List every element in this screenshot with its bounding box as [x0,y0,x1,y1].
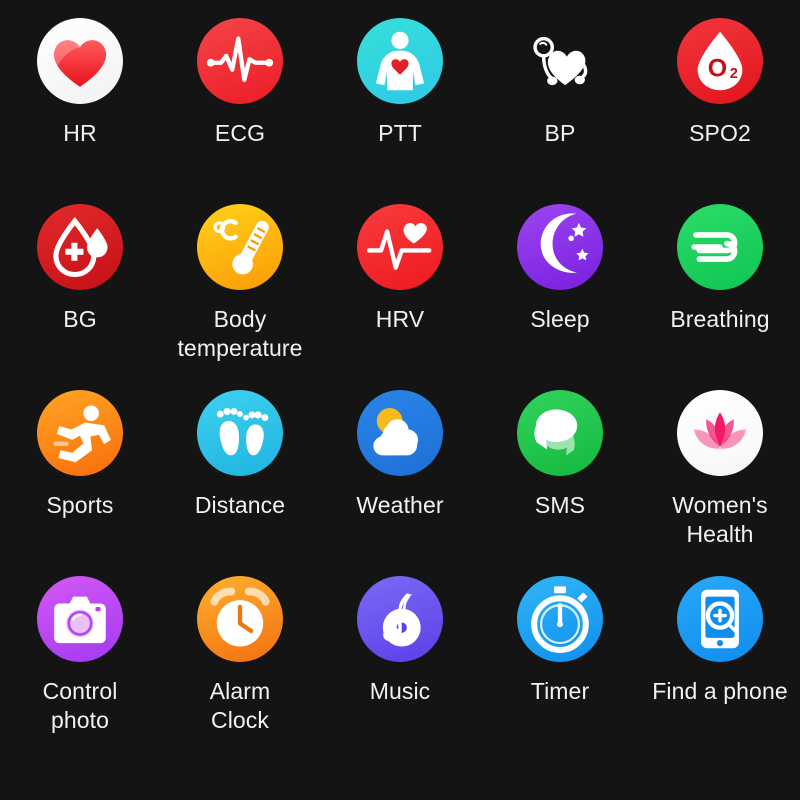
app-icon-find-a-phone[interactable]: Find a phone [640,576,800,762]
app-icon-label: Distance [194,492,286,518]
app-icon-label: Alarm Clock [209,678,271,733]
app-icon-label: BP [544,120,576,146]
app-icon-spo2[interactable]: O 2 SPO2 [640,18,800,204]
icon-grid: HR ECG PTT BP O 2 SPO2 BG Body temperature HRV Sle… [0,0,800,800]
oxygen-drop-icon[interactable]: O2 [677,18,763,104]
blood-pressure-cuff-icon[interactable] [517,18,603,104]
app-icon-label: Find a phone [652,678,788,704]
body-torso-icon[interactable] [357,18,443,104]
app-icon-label: HR [63,120,97,146]
app-icon-hr[interactable]: HR [0,18,160,204]
chat-bubbles-icon[interactable] [517,390,603,476]
stopwatch-icon[interactable] [517,576,603,662]
app-icon-grid-screen: HR ECG PTT BP O 2 SPO2 BG Body temperature HRV Sle… [0,0,800,800]
blood-glucose-drop-icon[interactable] [37,204,123,290]
thermometer-icon[interactable] [197,204,283,290]
app-icon-label: Music [369,678,431,704]
app-icon-hrv[interactable]: HRV [320,204,480,390]
app-icon-label: SMS [534,492,586,518]
app-icon-label: Sports [46,492,114,518]
app-icon-alarm-clock[interactable]: Alarm Clock [160,576,320,762]
app-icon-label: Control photo [42,678,118,733]
hrv-heart-wave-icon[interactable] [357,204,443,290]
app-icon-label: Breathing [670,306,770,332]
app-icon-ecg[interactable]: ECG [160,18,320,204]
app-icon-label: Body temperature [177,306,303,361]
running-person-icon[interactable] [37,390,123,476]
app-icon-label: Sleep [530,306,590,332]
app-icon-label: HRV [375,306,425,332]
app-icon-timer[interactable]: Timer [480,576,640,762]
footprints-icon[interactable] [197,390,283,476]
lotus-flower-icon[interactable] [677,390,763,476]
moon-stars-icon[interactable] [517,204,603,290]
app-icon-sleep[interactable]: Sleep [480,204,640,390]
heart-icon[interactable] [37,18,123,104]
app-icon-bg[interactable]: BG [0,204,160,390]
app-icon-weather[interactable]: Weather [320,390,480,576]
svg-text:2: 2 [730,66,738,82]
app-icon-women-s-health[interactable]: Women's Health [640,390,800,576]
app-icon-sms[interactable]: SMS [480,390,640,576]
ecg-waveform-icon[interactable] [197,18,283,104]
sun-cloud-icon[interactable] [357,390,443,476]
app-icon-label: Women's Health [672,492,768,547]
breathing-wind-icon[interactable] [677,204,763,290]
app-icon-label: Weather [356,492,444,518]
app-icon-body-temperature[interactable]: Body temperature [160,204,320,390]
app-icon-ptt[interactable]: PTT [320,18,480,204]
music-note-disc-icon[interactable] [357,576,443,662]
app-icon-sports[interactable]: Sports [0,390,160,576]
app-icon-bp[interactable]: BP [480,18,640,204]
app-icon-breathing[interactable]: Breathing [640,204,800,390]
app-icon-control-photo[interactable]: Control photo [0,576,160,762]
camera-icon[interactable] [37,576,123,662]
svg-text:O: O [708,54,727,82]
app-icon-distance[interactable]: Distance [160,390,320,576]
app-icon-label: BG [63,306,97,332]
app-icon-label: PTT [378,120,422,146]
app-icon-label: ECG [214,120,266,146]
app-icon-label: Timer [530,678,590,704]
alarm-clock-icon[interactable] [197,576,283,662]
find-phone-icon[interactable] [677,576,763,662]
app-icon-music[interactable]: Music [320,576,480,762]
app-icon-label: SPO2 [689,120,751,146]
